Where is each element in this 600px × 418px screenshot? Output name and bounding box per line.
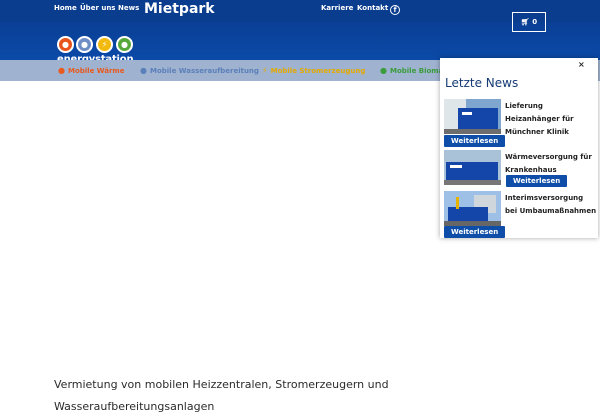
nav-karriere[interactable]: Karriere — [321, 4, 353, 12]
news-thumbnail[interactable] — [444, 191, 501, 226]
lightning-icon: ⚡ — [96, 36, 113, 53]
news-title: Letzte News — [445, 76, 519, 90]
site-title[interactable]: Mietpark — [144, 1, 215, 17]
leaf-icon: ● — [116, 36, 133, 53]
news-thumbnail[interactable] — [444, 150, 501, 185]
news-item-title[interactable]: Interimsversorgung bei Umbaumaßnahmen — [505, 192, 597, 218]
top-bar: Home Über uns News Mietpark Karriere Kon… — [0, 0, 600, 22]
nav-ueber-uns[interactable]: Über uns — [80, 4, 115, 12]
subnav-label: Mobile Wärme — [67, 67, 125, 75]
shopping-cart-icon: 🛒︎ — [520, 18, 530, 26]
intro-text: Vermietung von mobilen Heizzentralen, St… — [54, 378, 389, 413]
lightning-icon: ⚡ — [262, 66, 268, 75]
water-drop-icon: ● — [140, 66, 147, 75]
flame-icon: ● — [57, 36, 74, 53]
read-more-button[interactable]: Weiterlesen — [444, 135, 506, 147]
news-item-title[interactable]: Lieferung Heizanhänger für Münchner Klin… — [505, 100, 597, 139]
news-popup: × Letzte News Lieferung Heizanhänger für… — [440, 58, 598, 238]
flame-icon: ● — [58, 66, 65, 75]
cart-button[interactable]: 🛒︎ 0 — [512, 12, 546, 32]
subnav-mobile-stromerzeugung[interactable]: ⚡ Mobile Stromerzeugung — [262, 66, 365, 75]
news-thumbnail[interactable] — [444, 99, 501, 134]
subnav-mobile-wasseraufbereitung[interactable]: ● Mobile Wasseraufbereitung — [140, 66, 259, 75]
close-icon[interactable]: × — [578, 60, 585, 69]
subnav-mobile-waerme[interactable]: ● Mobile Wärme — [58, 66, 124, 75]
facebook-icon[interactable]: f — [390, 5, 400, 15]
subnav-label: Mobile Stromerzeugung — [270, 67, 366, 75]
nav-kontakt[interactable]: Kontakt — [357, 4, 388, 12]
news-item-title[interactable]: Wärmeversorgung für Krankenhaus — [505, 151, 597, 177]
cart-count: 0 — [532, 18, 538, 26]
read-more-button[interactable]: Weiterlesen — [506, 175, 568, 187]
subnav-label: Mobile Wasseraufbereitung — [149, 67, 259, 75]
read-more-button[interactable]: Weiterlesen — [444, 226, 506, 238]
nav-news[interactable]: News — [118, 4, 139, 12]
leaf-icon: ● — [380, 66, 387, 75]
water-drop-icon: ● — [76, 36, 93, 53]
nav-home[interactable]: Home — [54, 4, 77, 12]
